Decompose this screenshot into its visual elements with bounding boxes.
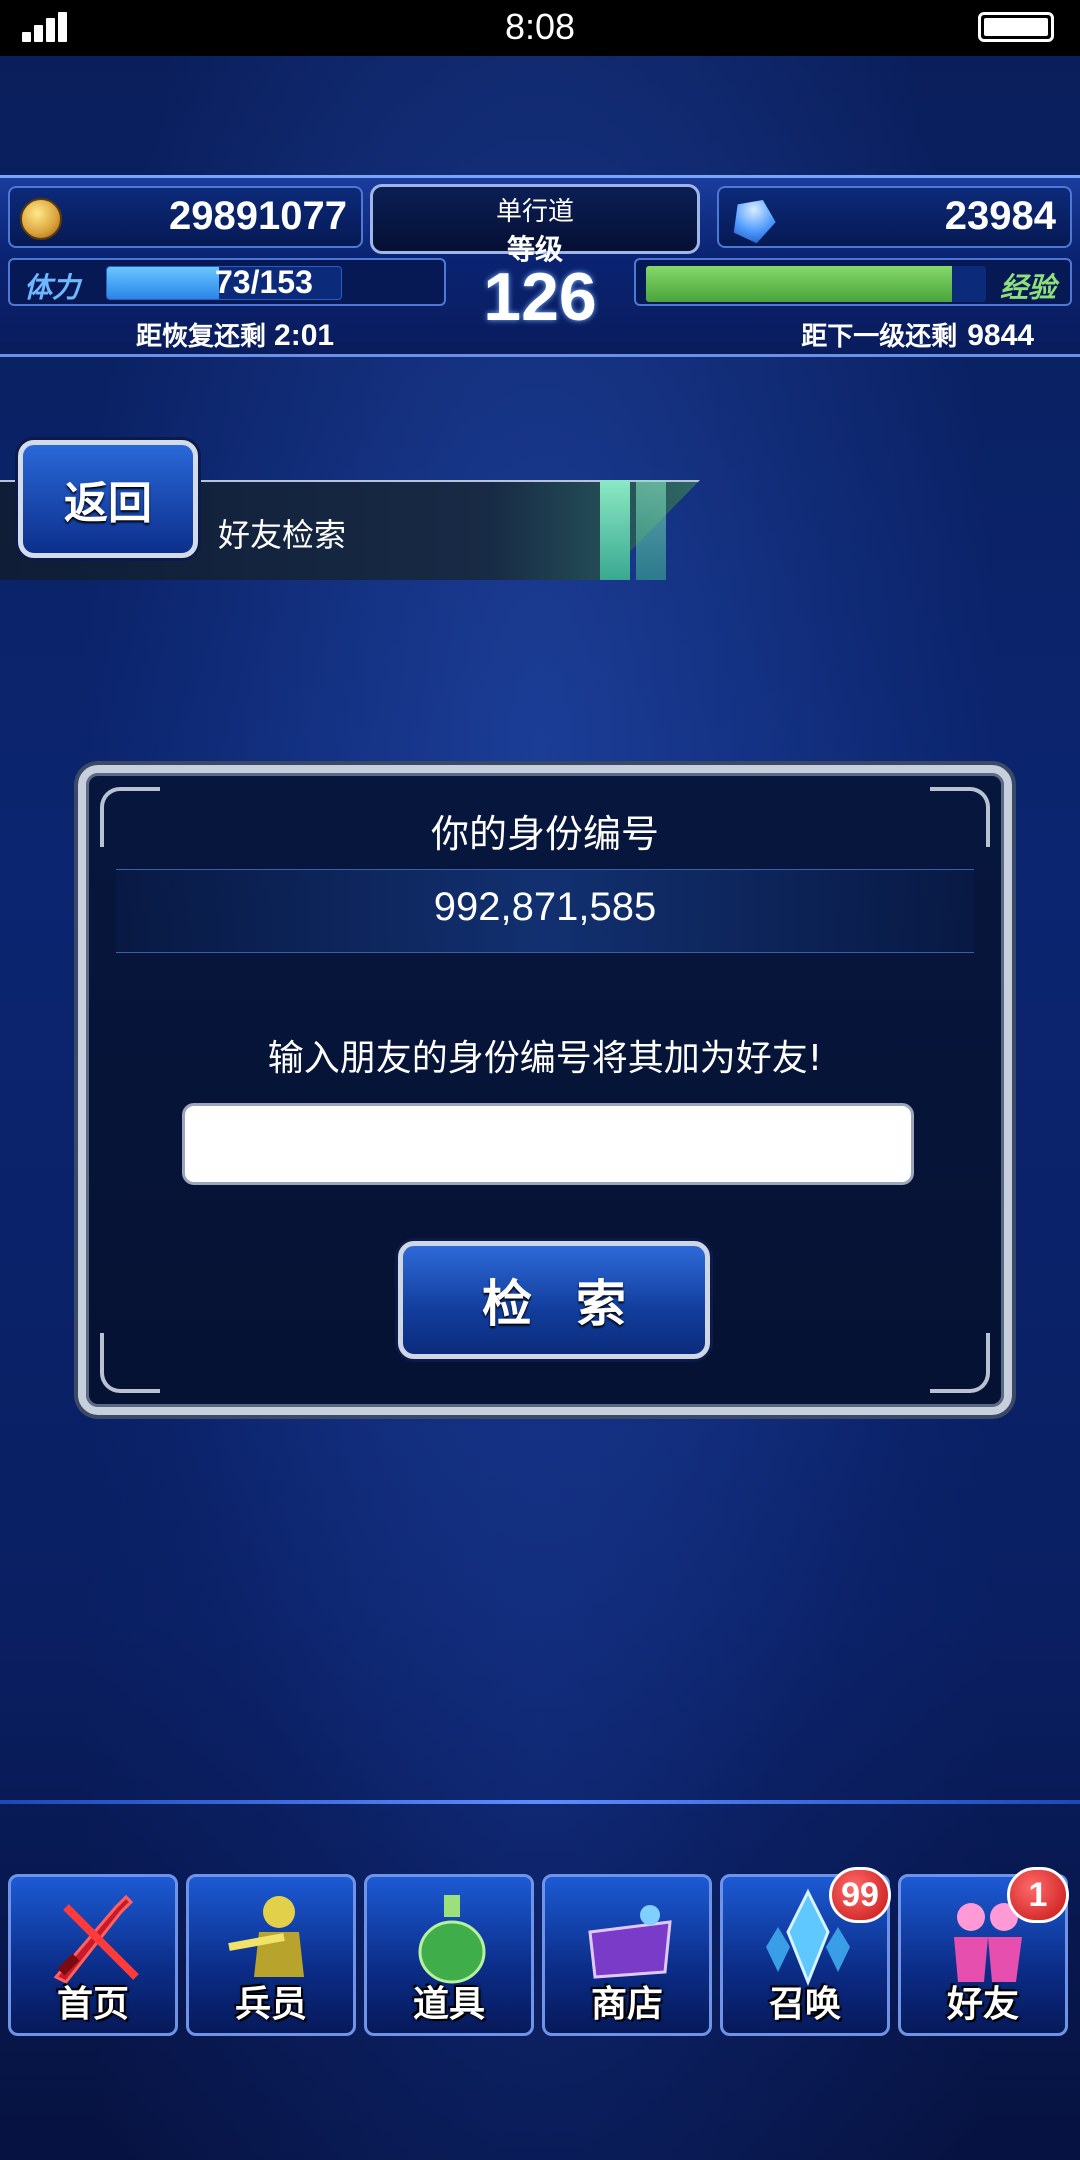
nav-label: 召唤 xyxy=(768,1984,841,2025)
nav-shop[interactable]: 商店 xyxy=(542,1874,712,2036)
notification-badge: 99 xyxy=(829,1867,891,1923)
shop-icon xyxy=(588,1905,672,1979)
unit-icon xyxy=(228,1896,304,1977)
player-title: 单行道 xyxy=(495,197,574,227)
nav-label: 道具 xyxy=(412,1984,485,2025)
lapis-gem-icon xyxy=(726,191,782,247)
stamina-bar-fill xyxy=(107,267,219,299)
nav-divider xyxy=(0,1800,1080,1804)
next-level-value: 9844 xyxy=(967,319,1034,352)
back-button[interactable]: 返回 xyxy=(18,440,198,558)
gil-coin-icon xyxy=(20,198,62,240)
nav-label: 兵员 xyxy=(234,1984,307,2025)
friend-search-panel: 你的身份编号 992,871,585 输入朋友的身份编号将其加为好友! 检索 xyxy=(78,765,1012,1415)
nav-label: 首页 xyxy=(56,1984,129,2025)
rank-plate: 单行道 等级 xyxy=(370,184,700,266)
next-level: 距下一级还剩 9844 xyxy=(801,316,1034,353)
gil-value: 29891077 xyxy=(169,194,347,238)
player-hud: 29891077 23984 单行道 等级 126 体力 73/153 经验 距… xyxy=(0,175,1080,357)
nav-label: 好友 xyxy=(946,1984,1019,2025)
potion-icon xyxy=(418,1895,486,1984)
stamina-current: 73 xyxy=(215,264,251,300)
header-stripe xyxy=(600,480,630,580)
nav-friends[interactable]: 好友 1 xyxy=(898,1867,1069,2036)
gil-display: 29891077 xyxy=(8,186,363,248)
stamina-display: 体力 73/153 xyxy=(8,258,446,306)
search-button[interactable]: 检索 xyxy=(398,1241,710,1359)
recover-time: 2:01 xyxy=(274,319,335,352)
panel-corner-ornament xyxy=(100,1333,160,1393)
nav-label: 商店 xyxy=(590,1984,663,2025)
next-level-label: 距下一级还剩 xyxy=(801,322,958,352)
panel-corner-ornament xyxy=(930,1333,990,1393)
notification-badge: 1 xyxy=(1007,1867,1069,1923)
exp-label: 经验 xyxy=(999,271,1056,304)
stamina-text: 73/153 xyxy=(215,264,313,301)
header-stripe xyxy=(636,480,666,580)
stamina-label: 体力 xyxy=(24,271,81,304)
bottom-nav: 首页 兵员 道具 商店 召唤 99 好友 1 xyxy=(0,1860,1080,2040)
sword-icon xyxy=(53,1894,139,1984)
stamina-max: /153 xyxy=(250,264,313,300)
gem-value: 23984 xyxy=(944,194,1056,238)
nav-home[interactable]: 首页 xyxy=(8,1874,178,2036)
gem-display[interactable]: 23984 xyxy=(717,186,1072,248)
your-id-value: 992,871,585 xyxy=(433,885,657,929)
your-id-label: 你的身份编号 xyxy=(430,812,659,856)
battery-icon xyxy=(978,12,1054,42)
exp-bar-fill xyxy=(646,266,952,302)
page-title: 好友检索 xyxy=(218,516,347,554)
nav-summon[interactable]: 召唤 99 xyxy=(720,1867,891,2036)
search-prompt: 输入朋友的身份编号将其加为好友! xyxy=(267,1038,823,1079)
clock: 8:08 xyxy=(504,6,576,47)
exp-display: 经验 xyxy=(634,258,1072,306)
nav-items[interactable]: 道具 xyxy=(364,1874,534,2036)
friend-id-input[interactable] xyxy=(182,1103,914,1185)
stamina-recover: 距恢复还剩 2:01 xyxy=(136,316,334,353)
exp-bar xyxy=(646,266,986,302)
recover-label: 距恢复还剩 xyxy=(136,322,267,352)
status-bar: 8:08 xyxy=(0,0,1080,56)
nav-units[interactable]: 兵员 xyxy=(186,1874,356,2036)
